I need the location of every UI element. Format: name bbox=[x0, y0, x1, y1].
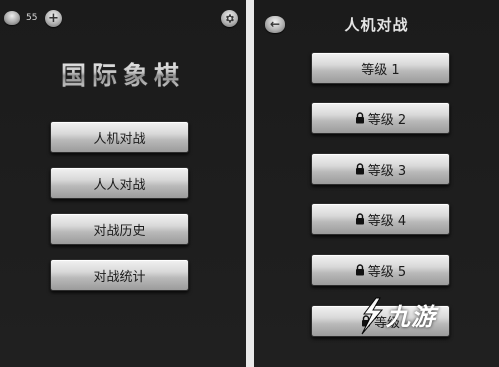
watermark: 九游 bbox=[355, 296, 463, 336]
level-5-button[interactable]: 等级 5 bbox=[311, 254, 450, 286]
add-coins-button[interactable]: + bbox=[45, 10, 62, 27]
level-4-button[interactable]: 等级 4 bbox=[311, 203, 450, 235]
human-vs-computer-button[interactable]: 人机对战 bbox=[50, 121, 189, 153]
level-3-button[interactable]: 等级 3 bbox=[311, 153, 450, 185]
main-menu-screen: 55 + 国际象棋 人机对战 人人对战 对战历史 对战统计 bbox=[0, 0, 246, 367]
level-label: 等级 1 bbox=[361, 62, 400, 78]
level-label: 等级 2 bbox=[367, 112, 407, 128]
coin-icon bbox=[4, 11, 20, 25]
screenshot-stage: 55 + 国际象棋 人机对战 人人对战 对战历史 对战统计 ← 人机对战 等级 … bbox=[0, 0, 499, 367]
settings-button[interactable] bbox=[221, 10, 238, 27]
level-label: 等级 3 bbox=[367, 163, 407, 179]
gear-icon bbox=[226, 14, 234, 23]
human-vs-human-button[interactable]: 人人对战 bbox=[50, 167, 189, 199]
level-label: 等级 5 bbox=[367, 264, 407, 280]
level-1-button[interactable]: 等级 1 bbox=[311, 52, 450, 84]
lock-icon bbox=[355, 163, 364, 175]
level-2-button[interactable]: 等级 2 bbox=[311, 102, 450, 134]
watermark-logo-icon bbox=[361, 297, 384, 335]
game-title: 国际象棋 bbox=[0, 56, 246, 92]
lock-icon bbox=[355, 213, 364, 225]
level-label: 等级 4 bbox=[367, 213, 407, 229]
watermark-text: 九游 bbox=[386, 303, 436, 331]
match-history-button[interactable]: 对战历史 bbox=[50, 213, 189, 245]
lock-icon bbox=[355, 112, 364, 124]
lock-icon bbox=[355, 264, 364, 276]
screen-title: 人机对战 bbox=[344, 16, 409, 34]
match-statistics-button[interactable]: 对战统计 bbox=[50, 259, 189, 291]
coin-count: 55 bbox=[26, 13, 38, 23]
